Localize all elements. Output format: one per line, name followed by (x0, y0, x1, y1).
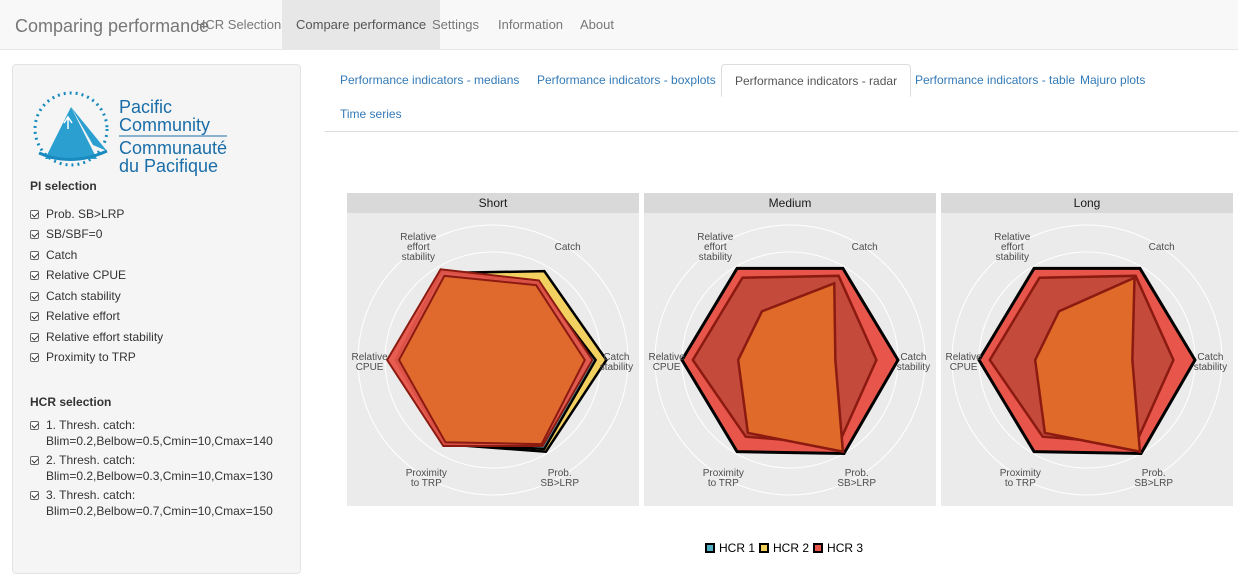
axis-label: Catch stability (600, 352, 633, 373)
radar-chart: ShortCatchCatch stabilityProb. SB>LRPProxi… (347, 193, 1233, 506)
axis-label: Relative CPUE (946, 352, 983, 373)
radar-panel-long: LongCatchCatch stabilityProb. SB>LRPProxim… (941, 193, 1233, 506)
axis-label: Catch stability (897, 352, 930, 373)
axis-label: Catch (555, 242, 581, 253)
axis-label: Relative CPUE (352, 352, 389, 373)
legend-swatch-hcr1 (705, 543, 715, 553)
legend-item: HCR 3 (813, 541, 863, 555)
legend-item: HCR 2 (759, 541, 809, 555)
chart-legend: HCR 1 HCR 2 HCR 3 (705, 541, 867, 555)
legend-swatch-hcr3 (813, 543, 824, 553)
axis-label: Proximity to TRP (406, 468, 447, 489)
axis-label: Catch stability (1194, 352, 1227, 373)
panel-title: Medium (769, 196, 812, 210)
axis-label: Relative CPUE (649, 352, 686, 373)
axis-label: Catch (852, 242, 878, 253)
axis-label: Catch (1149, 242, 1175, 253)
axis-label: Proximity to TRP (703, 468, 744, 489)
radar-panel-short: ShortCatchCatch stabilityProb. SB>LRPProxi… (347, 193, 639, 506)
panel-title: Short (479, 196, 508, 210)
axis-label: Proximity to TRP (1000, 468, 1041, 489)
radar-panel-medium: MediumCatchCatch stabilityProb. SB>LRPProx… (644, 193, 936, 506)
legend-swatch-hcr2 (759, 543, 770, 553)
legend-item: HCR 1 (705, 541, 755, 555)
panel-title: Long (1074, 196, 1101, 210)
